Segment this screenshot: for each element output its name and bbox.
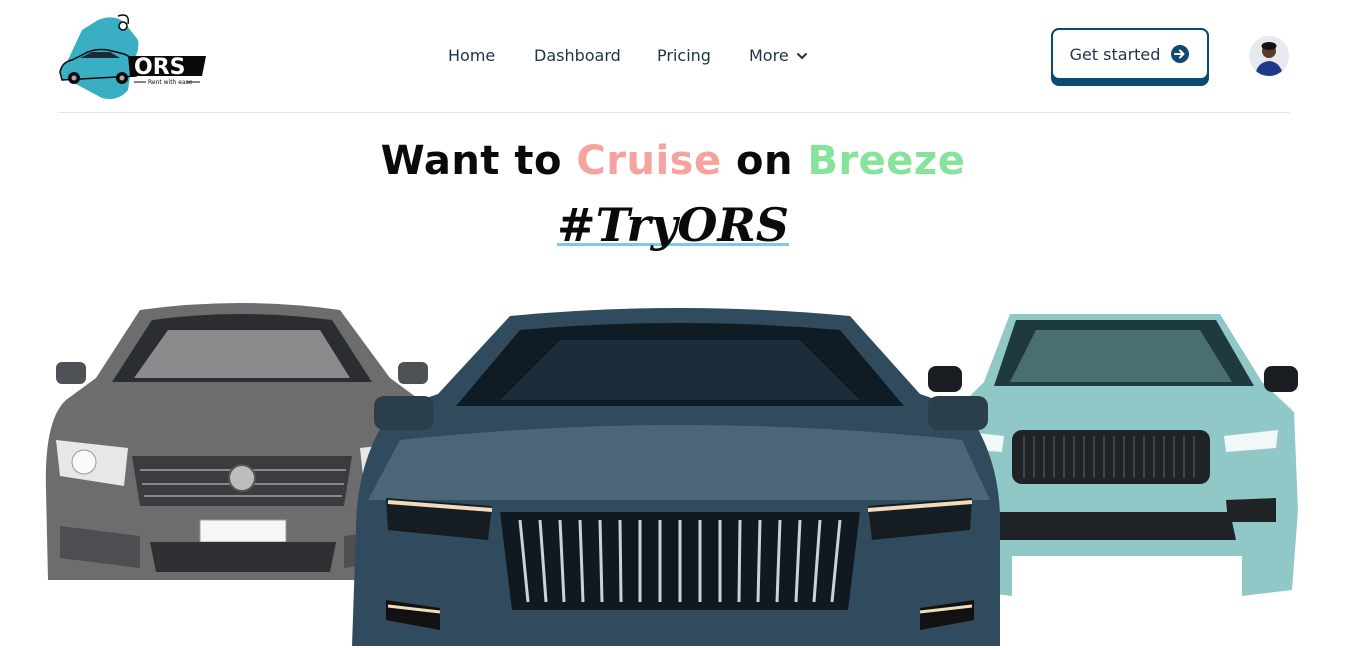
user-avatar[interactable] — [1249, 36, 1289, 76]
header-divider — [58, 112, 1290, 113]
nav-more[interactable]: More — [749, 44, 809, 68]
hero-title-breeze: Breeze — [807, 138, 966, 184]
get-started-label: Get started — [1069, 44, 1161, 64]
nav-more-label: More — [749, 46, 789, 65]
arrow-right-circle-icon — [1171, 45, 1190, 63]
hero-title-cruise: Cruise — [576, 138, 722, 184]
cars-illustration — [0, 290, 1346, 646]
chevron-down-icon — [796, 53, 807, 59]
ors-logo[interactable]: ORS Rent with ease — [58, 12, 208, 102]
get-started-face: Get started — [1051, 28, 1209, 80]
hero-title-part1: Want to — [380, 138, 562, 184]
hashtag: #TryORS — [557, 198, 789, 252]
logo-text: ORS — [134, 55, 186, 80]
nav-dashboard[interactable]: Dashboard — [534, 44, 621, 68]
hashtag-wrap: #TryORS — [0, 198, 1346, 252]
nav-pricing[interactable]: Pricing — [657, 44, 711, 68]
site-header: ORS Rent with ease Home Dashboard Pricin… — [0, 0, 1346, 113]
hashtag-text: #TryORS — [557, 198, 789, 252]
get-started-button[interactable]: Get started — [1051, 28, 1209, 86]
nav-home[interactable]: Home — [448, 44, 495, 68]
hero-title: Want to Cruise on Breeze — [0, 138, 1346, 184]
hero-title-part2: on — [736, 138, 794, 184]
dark-blue-suv — [352, 308, 1001, 646]
